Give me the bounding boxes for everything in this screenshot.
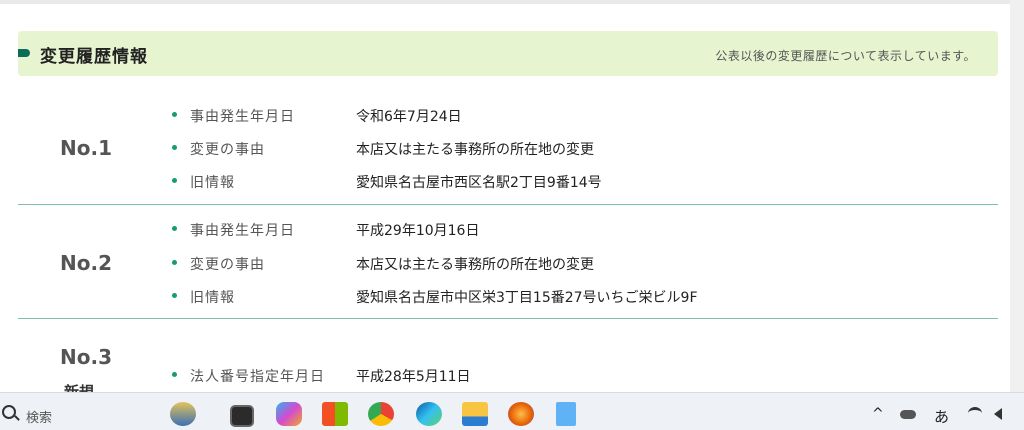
entry-number: No.1 — [60, 136, 112, 160]
row-value: 平成28年5月11日 — [356, 369, 471, 385]
file-explorer-icon[interactable] — [462, 402, 488, 426]
entry-row: 法人番号指定年月日 平成28年5月11日 — [172, 366, 972, 388]
entry-row: 旧情報 愛知県名古屋市中区栄3丁目15番27号いちご栄ビル9F — [172, 287, 972, 309]
search-icon[interactable] — [2, 405, 16, 419]
row-value: 愛知県名古屋市西区名駅2丁目9番14号 — [356, 175, 602, 191]
section-title: 変更履歴情報 — [40, 47, 148, 67]
show-hidden-icons-button[interactable]: ^ — [872, 406, 884, 422]
taskbar: 検索 ^ あ — [0, 392, 1024, 430]
section-header: 変更履歴情報 公表以後の変更履歴について表示しています。 — [18, 31, 998, 76]
row-value: 令和6年7月24日 — [356, 109, 462, 125]
top-border — [0, 0, 1024, 4]
bullet-icon — [172, 112, 177, 117]
entry-row: 旧情報 愛知県名古屋市西区名駅2丁目9番14号 — [172, 172, 972, 194]
edge-icon[interactable] — [416, 402, 442, 426]
row-label: 変更の事由 — [190, 142, 265, 158]
history-entry-2: No.2 事由発生年月日 平成29年10月16日 変更の事由 本店又は主たる事務… — [18, 205, 998, 319]
notepad-icon[interactable] — [556, 402, 576, 426]
row-label: 事由発生年月日 — [190, 109, 295, 125]
row-label: 法人番号指定年月日 — [190, 369, 325, 385]
wifi-icon[interactable] — [968, 407, 982, 420]
section-marker — [18, 49, 30, 57]
entry-row: 事由発生年月日 令和6年7月24日 — [172, 106, 972, 128]
row-label: 事由発生年月日 — [190, 223, 295, 239]
entry-number: No.2 — [60, 251, 112, 275]
chrome-icon[interactable] — [368, 402, 394, 426]
row-label: 旧情報 — [190, 175, 235, 191]
entry-row: 変更の事由 本店又は主たる事務所の所在地の変更 — [172, 139, 972, 161]
row-label: 旧情報 — [190, 290, 235, 306]
row-value: 本店又は主たる事務所の所在地の変更 — [356, 142, 594, 158]
entry-row: 変更の事由 本店又は主たる事務所の所在地の変更 — [172, 254, 972, 276]
terminal-icon[interactable] — [230, 405, 254, 427]
ime-indicator[interactable]: あ — [934, 406, 949, 427]
bullet-icon — [172, 178, 177, 183]
bullet-icon — [172, 226, 177, 231]
scrollbar[interactable] — [1010, 0, 1024, 392]
history-entry-3: No.3 新規 法人番号指定年月日 平成28年5月11日 — [18, 320, 998, 392]
firefox-icon[interactable] — [508, 402, 534, 426]
entry-row: 事由発生年月日 平成29年10月16日 — [172, 220, 972, 242]
history-entry-1: No.1 事由発生年月日 令和6年7月24日 変更の事由 本店又は主たる事務所の… — [18, 92, 998, 205]
onedrive-icon[interactable] — [900, 410, 916, 419]
section-note: 公表以後の変更履歴について表示しています。 — [715, 49, 976, 63]
row-label: 変更の事由 — [190, 257, 265, 273]
bullet-icon — [172, 293, 177, 298]
bullet-icon — [172, 260, 177, 265]
store-icon[interactable] — [322, 402, 348, 426]
volume-icon[interactable] — [994, 408, 1002, 420]
entry-number: No.3 — [60, 345, 112, 369]
row-value: 本店又は主たる事務所の所在地の変更 — [356, 257, 594, 273]
pharaoh-icon[interactable] — [170, 402, 196, 426]
row-value: 平成29年10月16日 — [356, 223, 480, 239]
bullet-icon — [172, 372, 177, 377]
copilot-icon[interactable] — [276, 402, 302, 426]
row-value: 愛知県名古屋市中区栄3丁目15番27号いちご栄ビル9F — [356, 290, 698, 306]
bullet-icon — [172, 145, 177, 150]
entry-type-label: 新規 — [64, 383, 95, 392]
taskbar-search-label[interactable]: 検索 — [26, 407, 52, 426]
